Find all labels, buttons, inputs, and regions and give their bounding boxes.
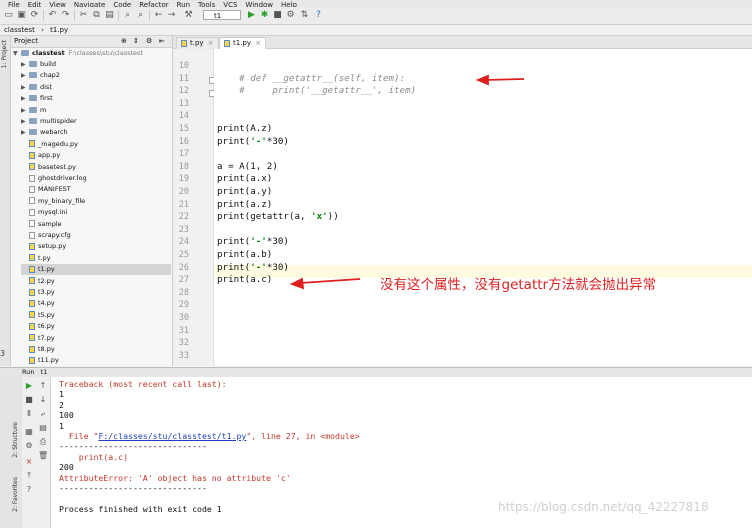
- trash-icon[interactable]: 🗑: [38, 451, 48, 460]
- run-config-tab[interactable]: t1: [41, 368, 48, 376]
- stop-icon[interactable]: ■: [24, 395, 34, 404]
- pause-icon[interactable]: Ⅱ: [24, 409, 34, 418]
- dump-threads-icon[interactable]: ▦: [24, 427, 34, 436]
- down-arrow-icon[interactable]: ↓: [38, 395, 48, 404]
- pin-icon[interactable]: ⤒: [24, 471, 34, 480]
- file-link[interactable]: F:/classes/stu/classtest/t1.py: [98, 431, 246, 441]
- console-line: 1: [59, 389, 64, 400]
- console-line: AttributeError: 'A' object has no attrib…: [59, 472, 291, 483]
- run-toolbar: ▶ ↑ ■ ↓ Ⅱ ⤶ ▤ ▦ ⎙ ⚙ 🗑 × ⤒ ?: [22, 377, 51, 528]
- console-line: 1: [59, 420, 64, 431]
- console-line: ------------------------------: [59, 441, 207, 452]
- console-line: File "F:/classes/stu/classtest/t1.py", l…: [59, 431, 360, 441]
- console-line: 2: [59, 399, 64, 410]
- structure-tool-tab[interactable]: 2: Structure: [12, 422, 19, 458]
- favorites-tool-tab[interactable]: 2: Favorites: [12, 477, 19, 512]
- run-side-strip: 2: Structure 2: Favorites: [0, 377, 22, 528]
- left-edge-mark: 3: [0, 349, 6, 358]
- scroll-end-icon[interactable]: ▤: [38, 423, 48, 432]
- settings-icon[interactable]: ⚙: [24, 441, 34, 450]
- run-panel-title: Run: [22, 368, 35, 376]
- console-line: print(a.c): [59, 451, 129, 462]
- console-line: ------------------------------: [59, 483, 207, 493]
- console-line: Process finished with exit code 1: [59, 503, 222, 514]
- wrap-icon[interactable]: ⤶: [38, 409, 48, 418]
- console-line: Traceback (most recent call last):: [59, 379, 227, 389]
- rerun-icon[interactable]: ▶: [24, 381, 34, 390]
- print-icon[interactable]: ⎙: [38, 437, 48, 446]
- watermark: https://blog.csdn.net/qq_42227818: [498, 500, 709, 514]
- console-line: 200: [59, 462, 74, 473]
- up-arrow-icon[interactable]: ↑: [38, 381, 48, 390]
- annotation-text: 没有这个属性，没有getattr方法就会抛出异常: [380, 277, 657, 293]
- close-icon[interactable]: ×: [24, 457, 34, 466]
- console-line: 100: [59, 410, 74, 421]
- help-icon[interactable]: ?: [24, 485, 34, 494]
